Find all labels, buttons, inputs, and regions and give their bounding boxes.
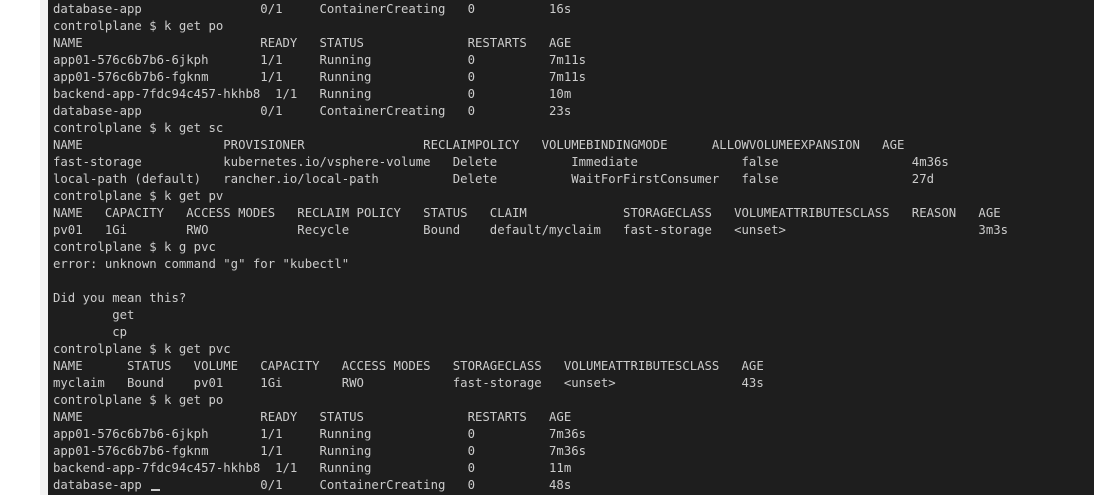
text-cursor [151,489,160,491]
terminal-line: controlplane $ k get pv [53,189,224,203]
terminal-line: app01-576c6b7b6-6jkph 1/1 Running 0 7m11… [53,53,587,67]
terminal-line: NAME READY STATUS RESTARTS AGE [53,36,572,50]
terminal-gutter [40,0,48,495]
terminal-line: NAME STATUS VOLUME CAPACITY ACCESS MODES… [53,359,764,373]
terminal-line: fast-storage kubernetes.io/vsphere-volum… [53,155,949,169]
terminal-line: controlplane $ k get pvc [53,342,231,356]
terminal-line: backend-app-7fdc94c457-hkhb8 1/1 Running… [53,461,572,475]
terminal-line: NAME CAPACITY ACCESS MODES RECLAIM POLIC… [53,206,1001,220]
terminal-line: controlplane $ k g pvc [53,240,216,254]
terminal-panel[interactable]: database-app 0/1 ContainerCreating 0 16s… [48,0,1094,495]
terminal-line: NAME PROVISIONER RECLAIMPOLICY VOLUMEBIN… [53,138,905,152]
terminal-line: Did you mean this? [53,291,187,305]
terminal-line: controlplane $ k get po [53,19,224,33]
left-margin [0,0,40,495]
terminal-line: error: unknown command "g" for "kubectl" [53,257,350,271]
terminal-line: controlplane $ k get sc [53,121,224,135]
terminal-line: database-app 0/1 ContainerCreating 0 48s [53,478,572,492]
terminal-line: pv01 1Gi RWO Recycle Bound default/mycla… [53,223,1009,237]
terminal-line: cp [53,325,128,339]
terminal-line: database-app 0/1 ContainerCreating 0 23s [53,104,572,118]
terminal-line: NAME READY STATUS RESTARTS AGE [53,410,572,424]
terminal-line: app01-576c6b7b6-fgknm 1/1 Running 0 7m36… [53,444,587,458]
terminal-line: app01-576c6b7b6-6jkph 1/1 Running 0 7m36… [53,427,587,441]
terminal-line: app01-576c6b7b6-fgknm 1/1 Running 0 7m11… [53,70,587,84]
terminal-line: local-path (default) rancher.io/local-pa… [53,172,934,186]
terminal-line: get [53,308,135,322]
terminal-line: myclaim Bound pv01 1Gi RWO fast-storage … [53,376,764,390]
terminal-line: backend-app-7fdc94c457-hkhb8 1/1 Running… [53,87,572,101]
terminal-line: controlplane $ k get po [53,393,224,407]
terminal-output: database-app 0/1 ContainerCreating 0 16s… [53,1,1008,494]
terminal-line: database-app 0/1 ContainerCreating 0 16s [53,2,572,16]
